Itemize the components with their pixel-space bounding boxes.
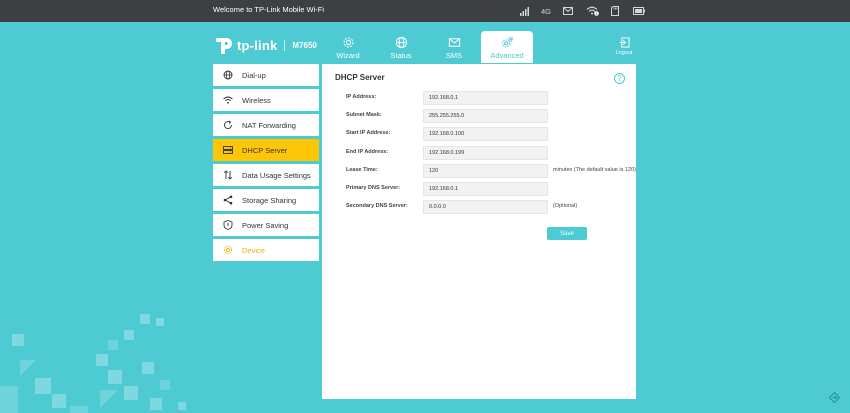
svg-text:1: 1 xyxy=(595,12,597,16)
sidebar-item-storage-sharing[interactable]: Storage Sharing xyxy=(213,189,319,211)
gear-icon xyxy=(342,37,354,48)
sidebar-item-label: DHCP Server xyxy=(242,145,288,155)
globe-icon xyxy=(223,70,233,80)
model-name: M7650 xyxy=(292,40,317,50)
tp-link-logo-icon xyxy=(216,38,232,54)
logout-label: Logout xyxy=(615,50,633,56)
sidebar-item-label: Power Saving xyxy=(242,220,289,230)
panel-title: DHCP Server xyxy=(335,73,385,82)
secondary-dns-field[interactable]: 0.0.0.0 xyxy=(423,200,548,214)
sidebar-item-data-usage-settings[interactable]: Data Usage Settings xyxy=(213,164,319,186)
sidebar-item-dhcp-server[interactable]: DHCP Server xyxy=(213,139,319,161)
top-nav: Wizard Status SMS Advanced xyxy=(322,31,534,63)
tab-wizard[interactable]: Wizard xyxy=(322,31,374,63)
field-row-ip-address: IP Address: 192.168.0.1 xyxy=(346,91,626,105)
tab-sms[interactable]: SMS xyxy=(428,31,480,63)
sd-card-icon[interactable] xyxy=(608,3,622,19)
wifi-icon xyxy=(223,96,233,104)
refresh-icon xyxy=(224,120,232,129)
field-row-lease-time: Lease Time: 120 minutes (The default val… xyxy=(346,164,636,178)
logo-divider xyxy=(284,39,286,51)
end-ip-label: End IP Address: xyxy=(346,149,389,155)
status-icons: 4G 1 xyxy=(517,3,647,19)
field-row-subnet-mask: Subnet Mask: 255.255.255.0 xyxy=(346,109,626,123)
lease-time-field[interactable]: 120 xyxy=(423,164,548,178)
mail-icon[interactable] xyxy=(561,3,575,19)
end-ip-field[interactable]: 192.168.0.199 xyxy=(423,146,548,160)
sidebar-item-dial-up[interactable]: Dial-up xyxy=(213,64,319,86)
tab-advanced-label: Advanced xyxy=(490,51,524,60)
status-bar: Welcome to TP-Link Mobile Wi-Fi 4G 1 xyxy=(0,0,850,22)
tab-status-label: Status xyxy=(390,51,412,60)
help-icon[interactable]: ? xyxy=(614,73,625,84)
secondary-dns-label: Secondary DNS Server: xyxy=(346,203,408,209)
sidebar-item-power-saving[interactable]: Power Saving xyxy=(213,214,319,236)
server-icon xyxy=(223,146,233,154)
field-row-primary-dns: Primary DNS Server: 192.168.0.1 xyxy=(346,182,626,196)
decorative-pattern xyxy=(0,314,186,413)
shield-icon xyxy=(223,220,233,230)
primary-dns-label: Primary DNS Server: xyxy=(346,185,401,191)
welcome-text: Welcome to TP-Link Mobile Wi-Fi xyxy=(213,5,324,14)
gear-icon xyxy=(223,245,233,255)
tab-wizard-label: Wizard xyxy=(336,51,360,60)
sidebar-item-label: Dial-up xyxy=(242,70,266,80)
field-row-end-ip: End IP Address: 192.168.0.199 xyxy=(346,146,626,160)
sidebar-item-label: NAT Forwarding xyxy=(242,120,296,130)
sidebar-item-label: Data Usage Settings xyxy=(242,170,311,180)
tab-status[interactable]: Status xyxy=(375,31,427,63)
save-button[interactable]: Save xyxy=(547,227,587,240)
tp-link-logo: tp-link M7650 xyxy=(213,34,317,56)
subnet-mask-field[interactable]: 255.255.255.0 xyxy=(423,109,548,123)
sidebar-item-device[interactable]: Device xyxy=(213,239,319,261)
logout-button[interactable]: Logout xyxy=(613,37,635,56)
wifi-clients-icon[interactable]: 1 xyxy=(584,3,600,19)
ip-address-label: IP Address: xyxy=(346,94,377,100)
primary-dns-field[interactable]: 192.168.0.1 xyxy=(423,182,548,196)
gears-icon xyxy=(501,36,513,48)
signal-icon xyxy=(517,3,531,19)
sidebar-item-label: Storage Sharing xyxy=(242,195,297,205)
start-ip-label: Start IP Address: xyxy=(346,130,391,136)
arrows-icon xyxy=(223,170,233,180)
start-ip-field[interactable]: 192.168.0.100 xyxy=(423,127,548,141)
lease-time-label: Lease Time: xyxy=(346,167,378,173)
ip-address-field[interactable]: 192.168.0.1 xyxy=(423,91,548,105)
sidebar-item-label: Wireless xyxy=(242,95,271,105)
field-row-secondary-dns: Secondary DNS Server: 0.0.0.0 (Optional) xyxy=(346,200,626,214)
tab-advanced[interactable]: Advanced xyxy=(481,31,533,63)
corner-badge-icon xyxy=(829,392,840,403)
secondary-dns-note: (Optional) xyxy=(553,203,578,209)
mail-icon xyxy=(448,38,460,47)
sidebar: Dial-up Wireless NAT Forwarding DHCP Ser… xyxy=(213,64,319,264)
field-row-start-ip: Start IP Address: 192.168.0.100 xyxy=(346,127,626,141)
tab-sms-label: SMS xyxy=(445,51,463,60)
brand-name: tp-link xyxy=(237,37,278,53)
lease-time-note: minutes (The default value is 120) xyxy=(553,167,636,173)
network-type-label: 4G xyxy=(540,6,551,16)
logout-icon xyxy=(619,37,630,48)
sidebar-item-nat-forwarding[interactable]: NAT Forwarding xyxy=(213,114,319,136)
sidebar-item-label: Device xyxy=(242,245,265,255)
globe-icon xyxy=(395,36,407,49)
share-icon xyxy=(223,195,233,205)
battery-icon xyxy=(631,3,647,19)
dhcp-server-panel: DHCP Server ? IP Address: 192.168.0.1 Su… xyxy=(322,64,636,399)
sidebar-item-wireless[interactable]: Wireless xyxy=(213,89,319,111)
subnet-mask-label: Subnet Mask: xyxy=(346,112,382,118)
